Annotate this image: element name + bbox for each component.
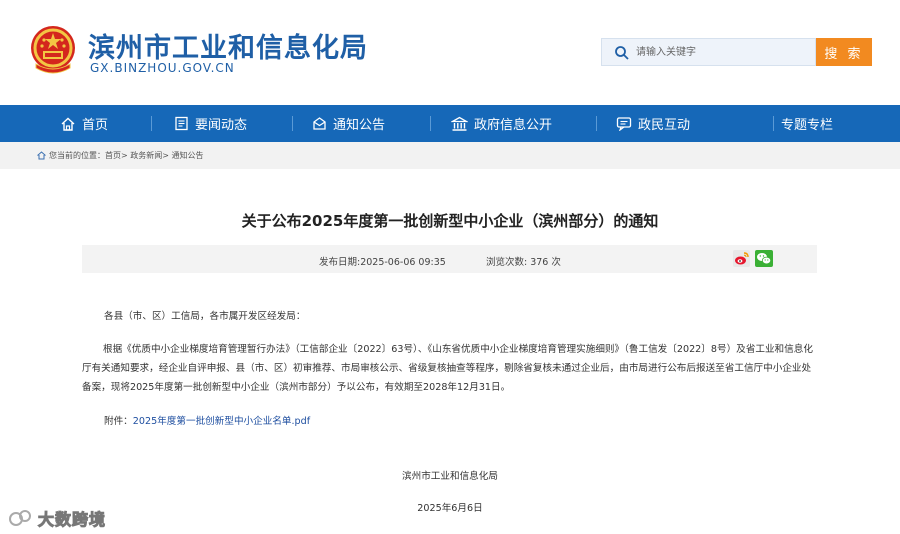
nav-item-notices[interactable]: 通知公告 [312, 105, 385, 142]
search-box [601, 38, 816, 66]
article-meta-bar: 发布日期:2025-06-06 09:35 浏览次数: 376 次 [82, 245, 817, 273]
search-icon [615, 46, 629, 60]
nav-item-label: 政民互动 [638, 118, 691, 133]
national-emblem-icon[interactable] [28, 24, 78, 78]
nav-item-news[interactable]: 要闻动态 [174, 105, 247, 142]
wechat-icon[interactable] [755, 250, 773, 267]
notice-icon [313, 117, 326, 130]
nav-item-special[interactable]: 专题专栏 [781, 105, 833, 142]
article-body: 根据《优质中小企业梯度培育管理暂行办法》（工信部企业〔2022〕63号）、《山东… [82, 344, 813, 393]
nav-divider [773, 116, 774, 131]
government-building-icon [451, 116, 468, 131]
nav-item-label: 专题专栏 [781, 118, 834, 133]
weibo-icon[interactable] [733, 250, 750, 267]
site-domain: GX.BINZHOU.GOV.CN [90, 61, 235, 75]
nav-item-label: 通知公告 [333, 118, 386, 133]
publish-date: 发布日期:2025-06-06 09:35 [319, 257, 446, 268]
nav-item-home[interactable]: 首页 [60, 105, 108, 142]
nav-item-interaction[interactable]: 政民互动 [616, 105, 690, 142]
nav-divider [151, 116, 152, 131]
search-button[interactable]: 搜 索 [816, 38, 872, 66]
breadcrumb: 您当前的位置： 首页> 政务新闻> 通知公告 [37, 150, 204, 161]
nav-item-label: 政府信息公开 [474, 118, 553, 133]
nav-divider [292, 116, 293, 131]
home-icon [37, 151, 46, 160]
site-header: 滨州市工业和信息化局 GX.BINZHOU.GOV.CN 搜 索 [0, 0, 900, 105]
attachment-link[interactable]: 2025年度第一批创新型中小企业名单.pdf [133, 416, 310, 427]
signature-date: 2025年6月6日 [417, 503, 483, 514]
breadcrumb-prefix: 您当前的位置： [49, 151, 105, 160]
article-attachment: 附件：2025年度第一批创新型中小企业名单.pdf [104, 412, 310, 431]
main-nav: 首页 要闻动态 通知公告 政府信息公开 政民互动 专题专栏 [0, 105, 900, 142]
nav-divider [596, 116, 597, 131]
news-icon [175, 116, 188, 131]
article-greeting: 各县（市、区）工信局，各市属开发区经发局： [104, 311, 306, 322]
home-icon [61, 117, 75, 131]
article-title: 关于公布2025年度第一批创新型中小企业（滨州部分）的通知 [241, 212, 659, 230]
search-input[interactable] [636, 43, 811, 61]
watermark-text: 大数跨境 [37, 510, 107, 530]
nav-item-label: 要闻动态 [195, 118, 248, 133]
watermark: 大数跨境 [8, 506, 106, 530]
attachment-label: 附件： [104, 416, 133, 427]
breadcrumb-bar: 您当前的位置： 首页> 政务新闻> 通知公告 [0, 142, 900, 169]
signature-org: 滨州市工业和信息化局 [402, 471, 498, 482]
breadcrumb-path[interactable]: 首页> 政务新闻> 通知公告 [105, 150, 204, 161]
nav-divider [430, 116, 431, 131]
nav-item-label: 首页 [82, 118, 109, 133]
site-name[interactable]: 滨州市工业和信息化局 [88, 26, 368, 65]
watermark-logo-icon [9, 510, 31, 526]
nav-item-gov-info[interactable]: 政府信息公开 [451, 105, 552, 142]
interaction-icon [616, 117, 632, 131]
view-count: 浏览次数: 376 次 [486, 257, 561, 268]
